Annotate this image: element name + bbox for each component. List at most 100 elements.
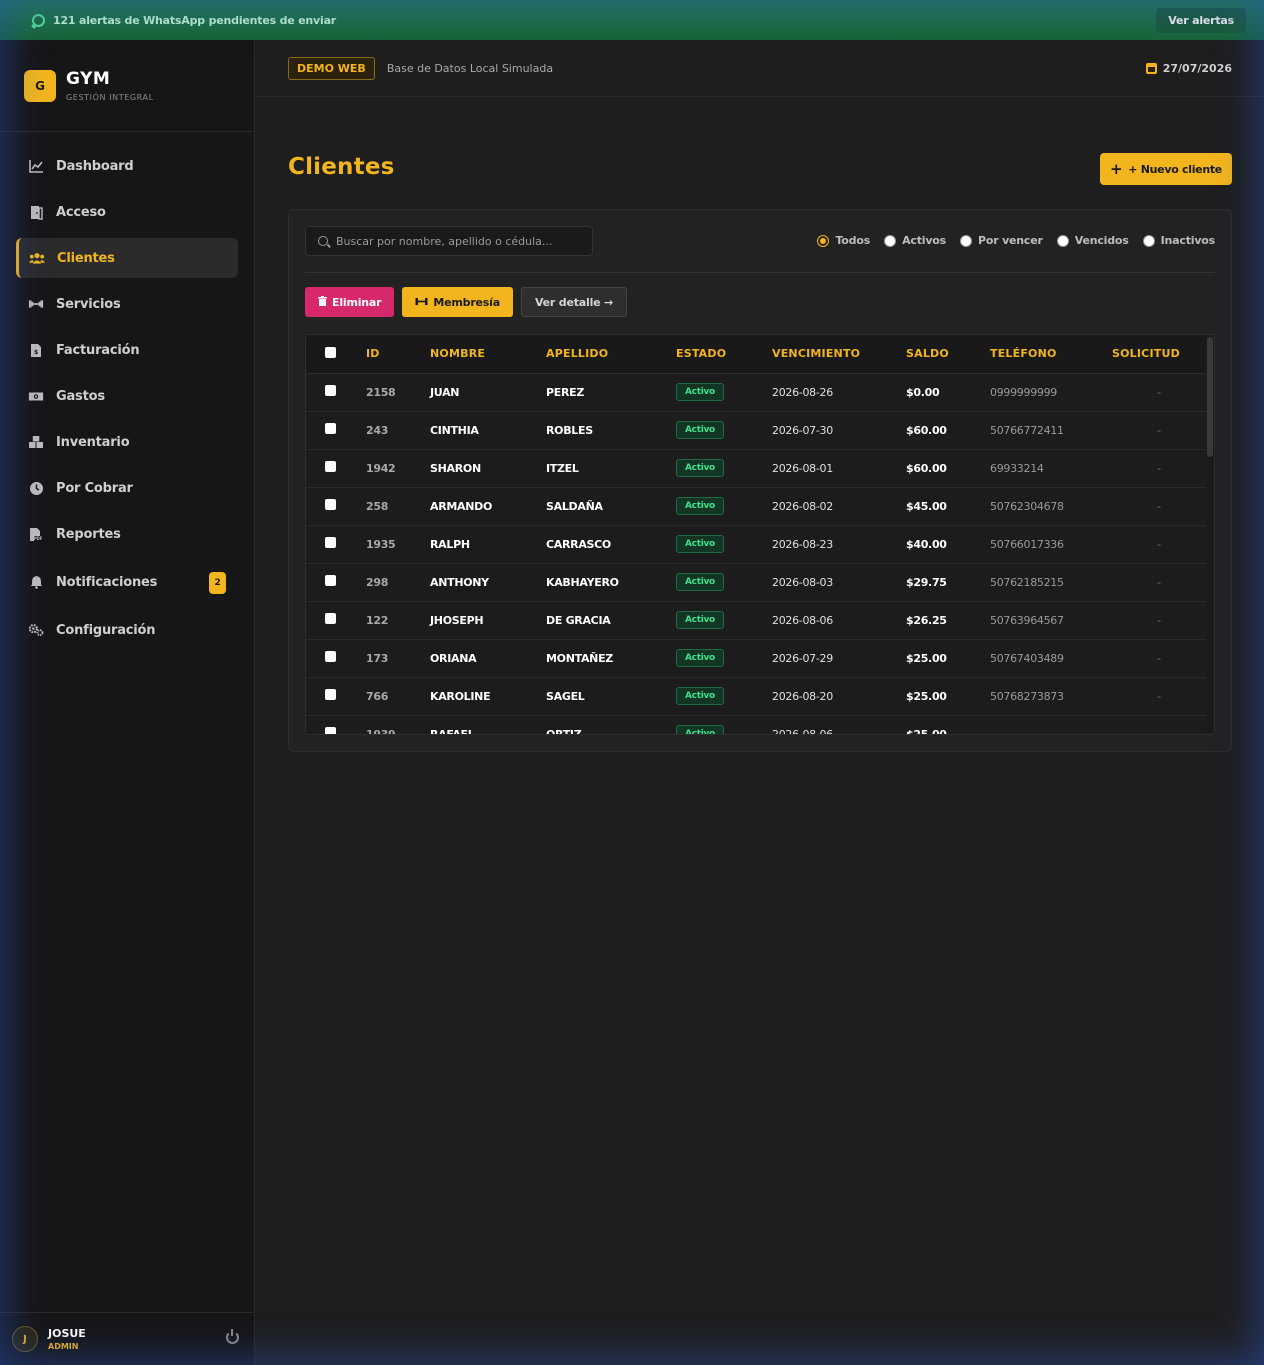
column-header-telefono[interactable]: TELÉFONO — [990, 335, 1112, 374]
table-row[interactable]: 243 CINTHIA ROBLES Activo 2026-07-30 $60.00 50… — [306, 411, 1206, 450]
row-checkbox[interactable] — [325, 689, 336, 700]
search-input[interactable] — [336, 234, 576, 248]
database-status-text: Base de Datos Local Simulada — [386, 61, 554, 75]
filter-inactivos[interactable]: Inactivos — [1142, 234, 1215, 247]
view-detail-button[interactable]: Ver detalle → — [520, 287, 628, 317]
row-checkbox[interactable] — [325, 651, 336, 662]
cell-apellido: ITZEL — [546, 449, 676, 488]
column-header-nombre[interactable]: NOMBRE — [430, 335, 546, 374]
sidebar-item-inventario[interactable]: Inventario — [16, 422, 238, 462]
view-alerts-button[interactable]: Ver alertas — [1156, 7, 1246, 33]
cell-saldo: $29.75 — [906, 563, 990, 602]
column-header-solicitud[interactable]: SOLICITUD — [1112, 335, 1206, 374]
cell-telefono: 50766017336 — [990, 525, 1112, 564]
cell-saldo: $40.00 — [906, 525, 990, 564]
table-row[interactable]: 766 KAROLINE SAGEL Activo 2026-08-20 $25.00 50… — [306, 677, 1206, 716]
filter-por-vencer[interactable]: Por vencer — [960, 234, 1043, 247]
radio-button[interactable] — [1056, 234, 1069, 247]
cell-id: 766 — [366, 677, 430, 716]
cell-vencimiento: 2026-08-26 — [772, 373, 906, 412]
row-checkbox[interactable] — [325, 461, 336, 472]
column-header-id[interactable]: ID — [366, 335, 430, 374]
clients-table: ID NOMBRE APELLIDO ESTADO VENCIMIENTO SA… — [306, 335, 1206, 734]
membership-label: Membresía — [433, 295, 500, 309]
cell-nombre: CINTHIA — [430, 411, 546, 450]
cell-vencimiento: 2026-08-20 — [772, 677, 906, 716]
cell-solicitud: - — [1112, 563, 1206, 602]
radio-button[interactable] — [884, 234, 897, 247]
sidebar-item-label: Servicios — [56, 296, 121, 312]
sidebar-item-por-cobrar[interactable]: Por Cobrar — [16, 468, 238, 508]
radio-button[interactable] — [1142, 234, 1155, 247]
column-header-saldo[interactable]: SALDO — [906, 335, 990, 374]
radio-button-selected[interactable] — [817, 234, 830, 247]
sidebar-item-gastos[interactable]: Gastos — [16, 376, 238, 416]
column-header-apellido[interactable]: APELLIDO — [546, 335, 676, 374]
cell-id: 122 — [366, 601, 430, 640]
table-row[interactable]: 173 ORIANA MONTAÑEZ Activo 2026-07-29 $25.00 5… — [306, 639, 1206, 678]
column-header-vencimiento[interactable]: VENCIMIENTO — [772, 335, 906, 374]
cell-telefono: 50762304678 — [990, 487, 1112, 526]
table-row[interactable]: 2158 JUAN PEREZ Activo 2026-08-26 $0.00 099999… — [306, 373, 1206, 412]
cell-solicitud: - — [1112, 677, 1206, 716]
row-checkbox[interactable] — [325, 423, 336, 434]
row-checkbox[interactable] — [325, 499, 336, 510]
select-all-checkbox[interactable] — [325, 346, 336, 358]
table-row[interactable]: 258 ARMANDO SALDAÑA Activo 2026-08-02 $45.00 5… — [306, 487, 1206, 526]
row-select-cell — [306, 525, 366, 564]
sidebar-item-acceso[interactable]: Acceso — [16, 192, 238, 232]
trash-icon — [318, 295, 327, 309]
sidebar-item-reportes[interactable]: PDF Reportes — [16, 514, 238, 554]
row-checkbox[interactable] — [325, 727, 336, 734]
row-checkbox[interactable] — [325, 385, 336, 396]
filter-activos[interactable]: Activos — [884, 234, 946, 247]
search-box[interactable] — [305, 226, 593, 256]
filter-todos[interactable]: Todos — [817, 234, 870, 247]
filter-label: Activos — [902, 234, 946, 247]
delete-button[interactable]: Eliminar — [305, 287, 395, 317]
status-badge: Activo — [676, 611, 724, 629]
sidebar-item-dashboard[interactable]: Dashboard — [16, 146, 238, 186]
table-row[interactable]: 1935 RALPH CARRASCO Activo 2026-08-23 $40.00 5… — [306, 525, 1206, 564]
cell-telefono: 69933214 — [990, 449, 1112, 488]
status-badge: Activo — [676, 535, 724, 553]
table-row[interactable]: 1942 SHARON ITZEL Activo 2026-08-01 $60.00 699… — [306, 449, 1206, 488]
page-title: Clientes — [288, 154, 395, 180]
cell-apellido: DE GRACIA — [546, 601, 676, 640]
row-checkbox[interactable] — [325, 537, 336, 548]
row-checkbox[interactable] — [325, 613, 336, 624]
row-select-cell — [306, 677, 366, 716]
boxes-icon — [28, 434, 44, 450]
filter-label: Todos — [835, 234, 871, 247]
sidebar-item-servicios[interactable]: Servicios — [16, 284, 238, 324]
user-profile[interactable]: J JOSUE ADMIN — [0, 1312, 255, 1365]
table-scrollbar-thumb[interactable] — [1207, 337, 1213, 457]
cell-nombre: ANTHONY — [430, 563, 546, 602]
radio-button[interactable] — [960, 234, 972, 247]
table-row[interactable]: 298 ANTHONY KABHAYERO Activo 2026-08-03 $29.7… — [306, 563, 1206, 602]
sidebar-item-label: Configuración — [56, 622, 156, 638]
row-select-cell — [306, 449, 366, 488]
cell-id: 243 — [366, 411, 430, 450]
power-icon[interactable] — [226, 1329, 239, 1344]
sidebar-item-label: Facturación — [56, 342, 140, 358]
cell-vencimiento: 2026-07-29 — [772, 639, 906, 678]
sidebar-item-facturacion[interactable]: $ Facturación — [16, 330, 238, 370]
cell-estado: Activo — [676, 677, 772, 716]
column-header-estado[interactable]: ESTADO — [676, 335, 772, 374]
status-badge: Activo — [676, 573, 724, 591]
filter-vencidos[interactable]: Vencidos — [1056, 234, 1129, 247]
sidebar-item-notificaciones[interactable]: Notificaciones 2 — [16, 562, 238, 602]
new-client-button[interactable]: + + Nuevo cliente — [1100, 153, 1232, 185]
cell-estado: Activo — [676, 639, 772, 678]
sidebar-item-label: Notificaciones — [56, 574, 158, 590]
sidebar-item-clientes[interactable]: Clientes — [16, 238, 238, 278]
row-checkbox[interactable] — [325, 575, 336, 586]
top-header: DEMO WEB Base de Datos Local Simulada 27… — [256, 40, 1264, 97]
table-row[interactable]: 122 JHOSEPH DE GRACIA Activo 2026-08-06 $26.2… — [306, 601, 1206, 640]
status-badge: Activo — [676, 687, 724, 705]
sidebar-item-configuracion[interactable]: Configuración — [16, 610, 238, 650]
table-row[interactable]: 1939 RAFAEL ORTIZ Activo 2026-08-06 $25.00- - — [306, 715, 1206, 734]
cell-telefono: 50766772411 — [990, 411, 1112, 450]
membership-button[interactable]: Membresía — [402, 287, 513, 317]
